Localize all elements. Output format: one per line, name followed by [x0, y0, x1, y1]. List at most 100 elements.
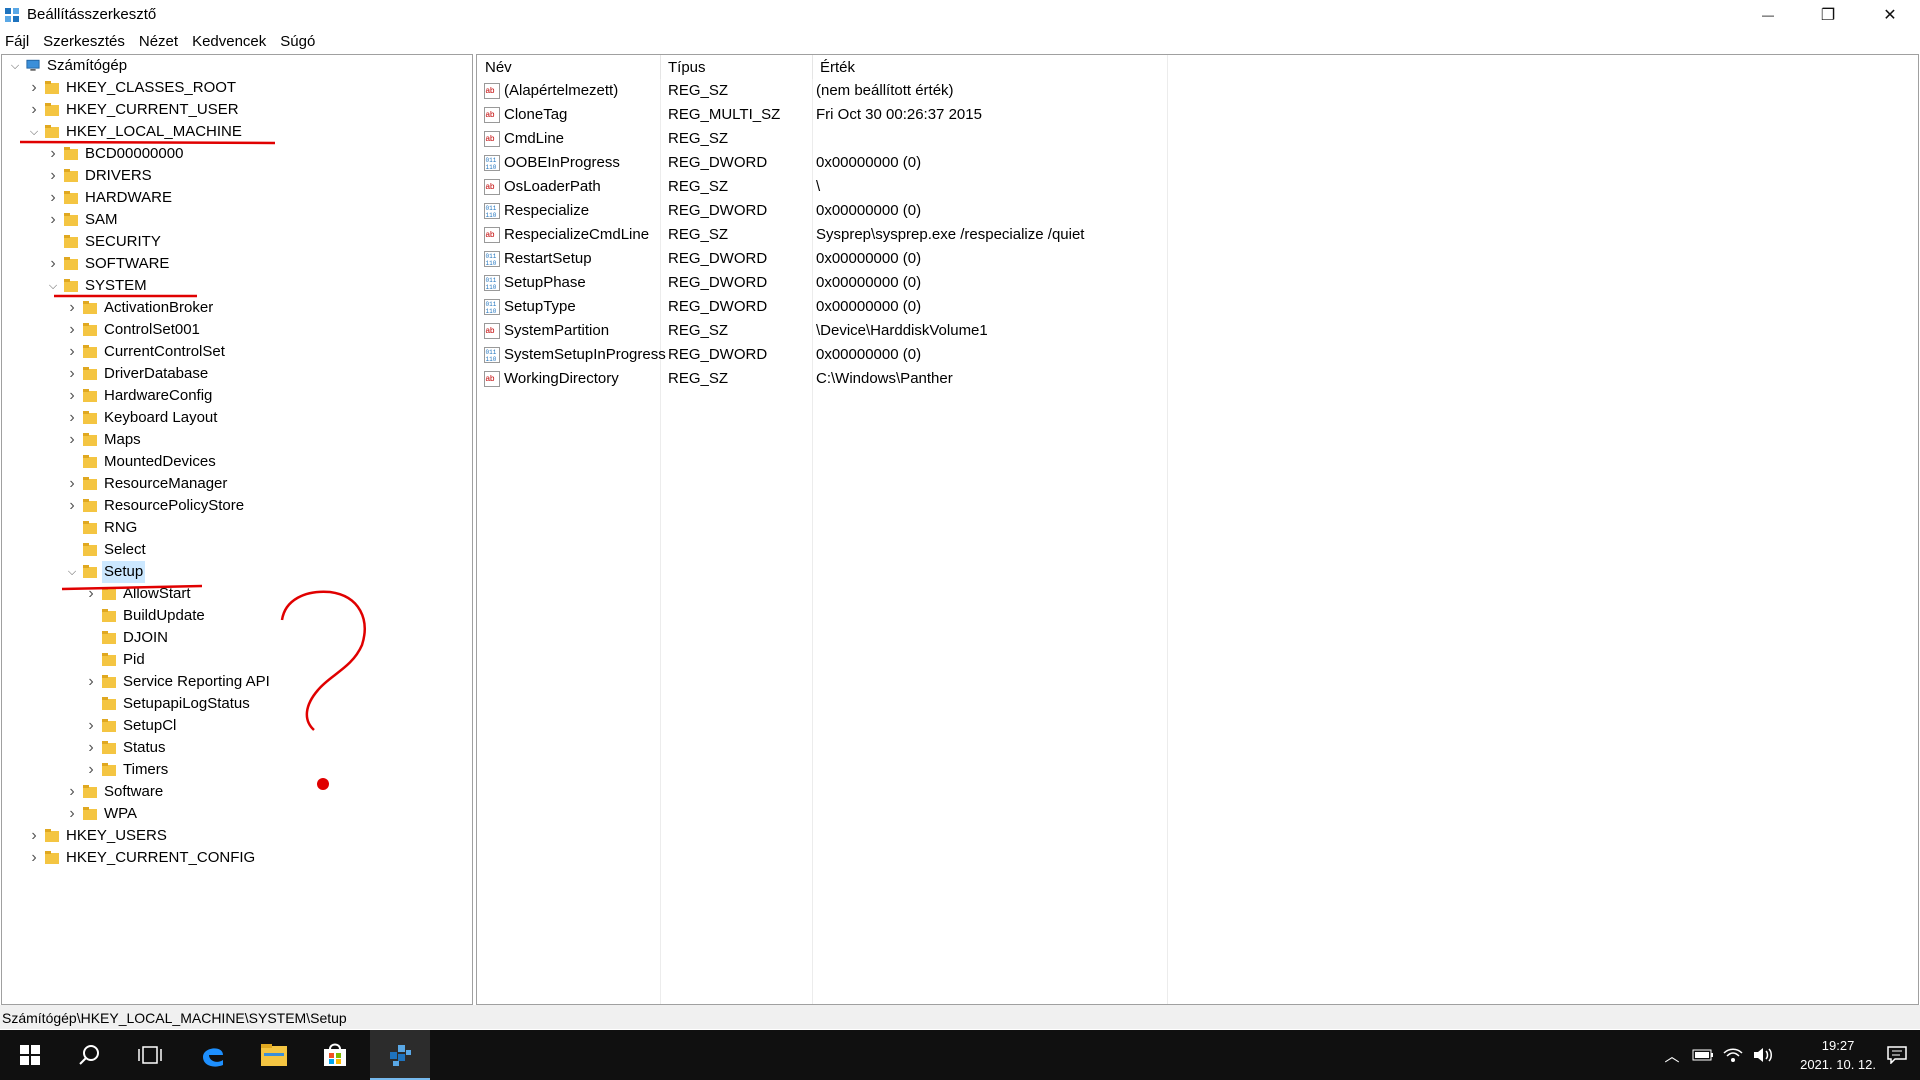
collapse-chevron-icon[interactable]: ⌵ — [9, 55, 21, 77]
expand-chevron-icon[interactable]: › — [66, 495, 78, 517]
tree-item[interactable]: ⌵ Setup — [66, 561, 466, 583]
tree-item[interactable]: › Status — [85, 737, 472, 759]
tree-item[interactable]: › HARDWARE — [47, 187, 447, 209]
tree-item[interactable]: › DriverDatabase — [66, 363, 466, 385]
action-center-button[interactable] — [1882, 1030, 1912, 1080]
tree-item[interactable]: › HKEY_CURRENT_CONFIG — [28, 847, 428, 869]
column-header-name[interactable]: Név — [477, 55, 661, 79]
tree-item[interactable]: › HKEY_USERS — [28, 825, 428, 847]
clock[interactable]: 19:27 2021. 10. 12. — [1800, 1036, 1876, 1074]
expand-chevron-icon[interactable]: › — [85, 759, 97, 781]
expand-chevron-icon[interactable]: › — [66, 297, 78, 319]
table-row[interactable]: ab SystemPartition REG_SZ \Device\HarddiskV… — [477, 319, 1918, 343]
network-button[interactable] — [1720, 1030, 1746, 1080]
table-row[interactable]: 011 110 SetupType REG_DWORD 0x00000000 (0) — [477, 295, 1918, 319]
expand-chevron-icon[interactable]: › — [66, 363, 78, 385]
tree-item[interactable]: ⌵ Számítógép — [9, 55, 409, 77]
tree-item[interactable]: › ActivationBroker — [66, 297, 466, 319]
table-row[interactable]: ab CmdLine REG_SZ — [477, 127, 1918, 151]
table-row[interactable]: ab OsLoaderPath REG_SZ \ — [477, 175, 1918, 199]
tree-item[interactable]: DJOIN — [85, 627, 472, 649]
table-row[interactable]: 011 110 RestartSetup REG_DWORD 0x00000000 (0… — [477, 247, 1918, 271]
tree-item[interactable]: › HardwareConfig — [66, 385, 466, 407]
expand-chevron-icon[interactable]: › — [28, 825, 40, 847]
expand-chevron-icon[interactable]: › — [66, 319, 78, 341]
expand-chevron-icon[interactable]: › — [28, 99, 40, 121]
tree-item[interactable]: › Timers — [85, 759, 472, 781]
expand-chevron-icon[interactable]: › — [47, 165, 59, 187]
expand-chevron-icon[interactable]: › — [66, 341, 78, 363]
tree-item[interactable]: › WPA — [66, 803, 466, 825]
expand-chevron-icon[interactable]: › — [66, 473, 78, 495]
tree-item[interactable]: › HKEY_CURRENT_USER — [28, 99, 428, 121]
regedit-taskbar-button[interactable] — [370, 1030, 430, 1080]
expand-chevron-icon[interactable]: › — [66, 407, 78, 429]
expand-chevron-icon[interactable]: › — [28, 847, 40, 869]
menu-view[interactable]: Nézet — [132, 30, 185, 52]
close-button[interactable]: ✕ — [1862, 0, 1918, 30]
tree-item[interactable]: › Maps — [66, 429, 466, 451]
table-row[interactable]: ab WorkingDirectory REG_SZ C:\Windows\Panth… — [477, 367, 1918, 391]
table-row[interactable]: 011 110 SystemSetupInProgress REG_DWORD 0x00… — [477, 343, 1918, 367]
column-header-data[interactable]: Érték — [812, 55, 1168, 79]
expand-chevron-icon[interactable]: › — [28, 77, 40, 99]
key-tree-pane[interactable]: ⌵ Számítógép › HKEY_CLASSES_ROOT › HKEY_CURRE… — [1, 54, 473, 1005]
file-explorer-button[interactable] — [244, 1030, 304, 1080]
title-bar[interactable]: Beállításszerkesztő — ❐ ✕ — [0, 0, 1920, 30]
tree-item[interactable]: ⌵ HKEY_LOCAL_MACHINE — [28, 121, 428, 143]
table-row[interactable]: 011 110 SetupPhase REG_DWORD 0x00000000 (0) — [477, 271, 1918, 295]
collapse-chevron-icon[interactable]: ⌵ — [28, 121, 40, 143]
tree-item[interactable]: › Keyboard Layout — [66, 407, 466, 429]
expand-chevron-icon[interactable]: › — [66, 781, 78, 803]
menu-help[interactable]: Súgó — [273, 30, 322, 52]
collapse-chevron-icon[interactable]: ⌵ — [47, 275, 59, 297]
menu-edit[interactable]: Szerkesztés — [36, 30, 132, 52]
expand-chevron-icon[interactable]: › — [66, 803, 78, 825]
table-row[interactable]: 011 110 OOBEInProgress REG_DWORD 0x00000000 … — [477, 151, 1918, 175]
start-button[interactable] — [0, 1030, 60, 1080]
column-header-type[interactable]: Típus — [660, 55, 813, 79]
menu-file[interactable]: Fájl — [0, 30, 36, 52]
store-button[interactable] — [305, 1030, 365, 1080]
expand-chevron-icon[interactable]: › — [47, 143, 59, 165]
tree-item[interactable]: › AllowStart — [85, 583, 472, 605]
search-button[interactable] — [60, 1030, 120, 1080]
expand-chevron-icon[interactable]: › — [85, 737, 97, 759]
tree-item[interactable]: › HKEY_CLASSES_ROOT — [28, 77, 428, 99]
tree-item[interactable]: › Software — [66, 781, 466, 803]
tree-item[interactable]: › SOFTWARE — [47, 253, 447, 275]
task-view-button[interactable] — [120, 1030, 180, 1080]
tree-item[interactable]: SECURITY — [47, 231, 447, 253]
edge-button[interactable] — [183, 1030, 243, 1080]
tree-item[interactable]: SetupapiLogStatus — [85, 693, 472, 715]
table-row[interactable]: 011 110 Respecialize REG_DWORD 0x00000000 (0… — [477, 199, 1918, 223]
tree-item[interactable]: BuildUpdate — [85, 605, 472, 627]
expand-chevron-icon[interactable]: › — [85, 583, 97, 605]
expand-chevron-icon[interactable]: › — [85, 715, 97, 737]
tree-item[interactable]: › SetupCl — [85, 715, 472, 737]
expand-chevron-icon[interactable]: › — [47, 187, 59, 209]
expand-chevron-icon[interactable]: › — [66, 385, 78, 407]
tree-item[interactable]: Select — [66, 539, 466, 561]
tree-item[interactable]: › ControlSet001 — [66, 319, 466, 341]
tree-item[interactable]: › ResourceManager — [66, 473, 466, 495]
tree-item[interactable]: › SAM — [47, 209, 447, 231]
tree-item[interactable]: Pid — [85, 649, 472, 671]
battery-button[interactable] — [1690, 1030, 1716, 1080]
show-hidden-icons-button[interactable]: ︿ — [1660, 1030, 1684, 1080]
tree-item[interactable]: › DRIVERS — [47, 165, 447, 187]
tree-item[interactable]: RNG — [66, 517, 466, 539]
tree-item[interactable]: MountedDevices — [66, 451, 466, 473]
tree-item[interactable]: › BCD00000000 — [47, 143, 447, 165]
tree-item[interactable]: ⌵ SYSTEM — [47, 275, 447, 297]
menu-favorites[interactable]: Kedvencek — [185, 30, 273, 52]
collapse-chevron-icon[interactable]: ⌵ — [66, 561, 78, 583]
minimize-button[interactable]: — — [1740, 0, 1796, 30]
expand-chevron-icon[interactable]: › — [85, 671, 97, 693]
expand-chevron-icon[interactable]: › — [47, 209, 59, 231]
table-row[interactable]: ab RespecializeCmdLine REG_SZ Sysprep\syspr… — [477, 223, 1918, 247]
tree-item[interactable]: › Service Reporting API — [85, 671, 472, 693]
table-row[interactable]: ab CloneTag REG_MULTI_SZ Fri Oct 30 00:26:3… — [477, 103, 1918, 127]
tree-item[interactable]: › CurrentControlSet — [66, 341, 466, 363]
expand-chevron-icon[interactable]: › — [66, 429, 78, 451]
